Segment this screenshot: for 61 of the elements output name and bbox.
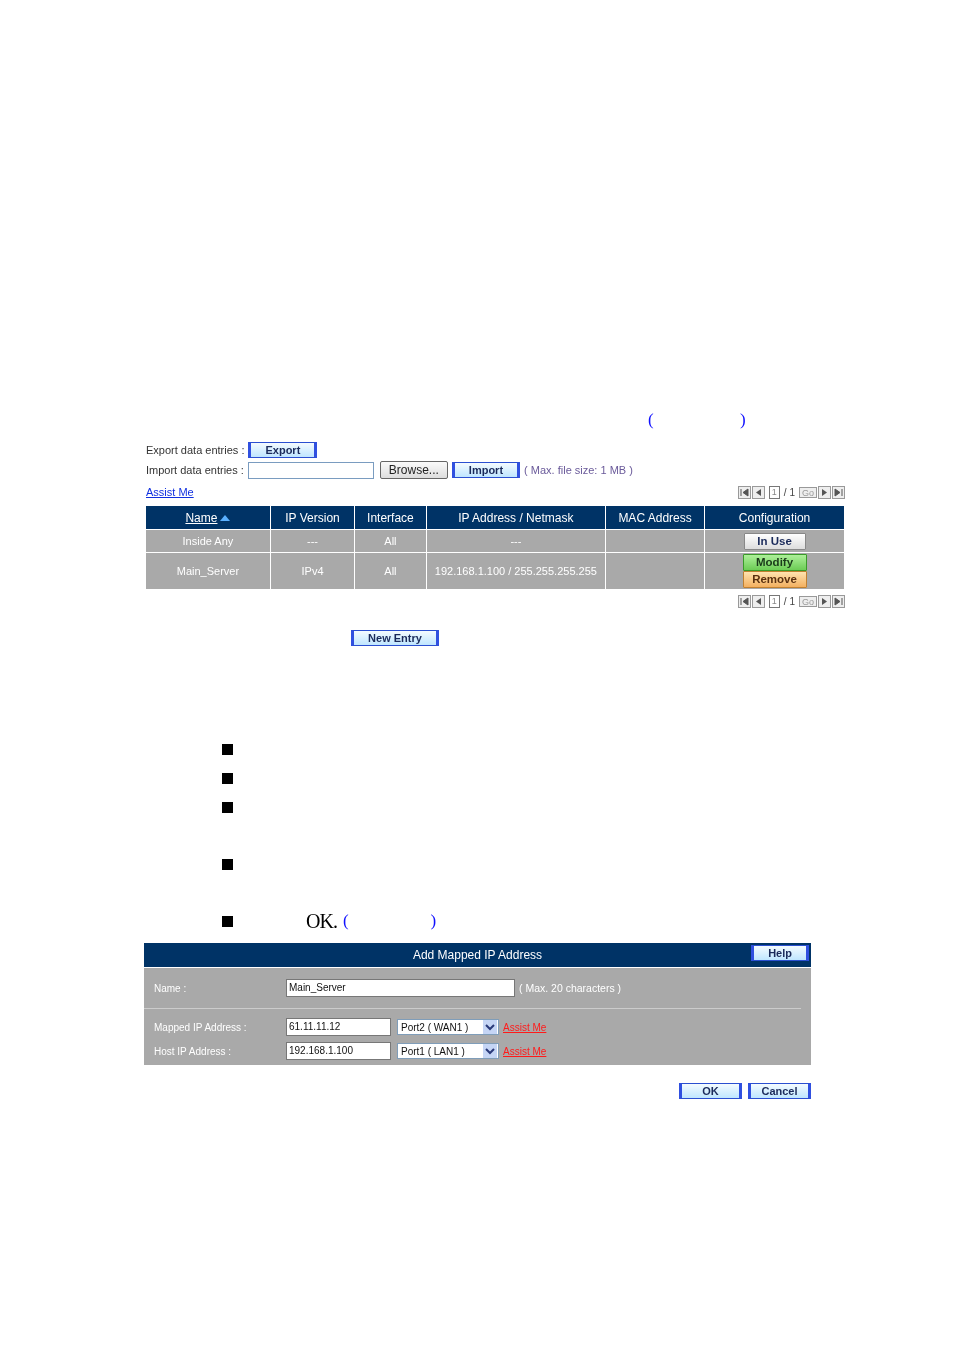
open-parenthesis: (: [342, 911, 349, 931]
name-input[interactable]: Main_Server: [286, 979, 515, 997]
file-size-hint: ( Max. file size: 1 MB ): [524, 464, 633, 476]
dialog-title: Add Mapped IP Address: [412, 948, 543, 962]
table-cell: Inside Any: [146, 529, 271, 553]
last-page-icon[interactable]: [832, 485, 845, 499]
table-cell: 192.168.1.100 / 255.255.255.255: [426, 552, 606, 589]
import-button[interactable]: Import: [451, 462, 521, 478]
port-dropdown[interactable]: Port1 ( LAN1 ): [397, 1043, 499, 1059]
cancel-button[interactable]: Cancel: [748, 1083, 811, 1099]
page-total: / 1: [783, 596, 795, 607]
new-entry-button[interactable]: New Entry: [351, 630, 439, 646]
first-page-icon[interactable]: [737, 595, 751, 608]
ip-address-input[interactable]: 192.168.1.100: [286, 1042, 391, 1060]
close-parenthesis: ): [740, 410, 746, 430]
table-cell: IPv4: [270, 552, 355, 589]
page-number-field[interactable]: 1: [768, 595, 780, 608]
export-button[interactable]: Export: [248, 442, 318, 458]
import-label: Import data entries :: [146, 464, 244, 476]
help-button[interactable]: Help: [751, 945, 809, 961]
export-label: Export data entries :: [146, 444, 245, 456]
column-header[interactable]: Name: [146, 506, 271, 530]
open-parenthesis: (: [648, 410, 654, 430]
bullet-square-icon: [222, 772, 233, 784]
table-cell: All: [354, 552, 427, 589]
next-page-icon[interactable]: [818, 485, 831, 499]
column-header[interactable]: Configuration: [704, 506, 845, 530]
modify-button[interactable]: Modify: [742, 554, 807, 571]
field-label: Name :: [154, 982, 188, 994]
first-page-icon[interactable]: [737, 485, 751, 499]
field-label: Host IP Address :: [154, 1045, 233, 1057]
close-parenthesis: ): [430, 911, 437, 931]
browse-button[interactable]: Browse...: [379, 461, 448, 479]
ip-address-input[interactable]: 61.11.11.12: [286, 1018, 391, 1036]
page-total: / 1: [783, 486, 795, 498]
next-page-icon[interactable]: [818, 595, 831, 608]
bullet-square-icon: [222, 801, 233, 813]
table-cell: All: [354, 529, 427, 553]
remove-button[interactable]: Remove: [742, 571, 807, 588]
column-header[interactable]: IP Version: [270, 506, 355, 530]
bullet-square-icon: [222, 858, 233, 870]
instruction-text: OK.: [306, 909, 337, 933]
bullet-square-icon: [222, 915, 233, 927]
column-header[interactable]: IP Address / Netmask: [426, 506, 606, 530]
column-header[interactable]: MAC Address: [605, 506, 705, 530]
field-label: Mapped IP Address :: [154, 1021, 248, 1033]
last-page-icon[interactable]: [832, 595, 845, 608]
in-use-button[interactable]: In Use: [743, 532, 806, 550]
file-path-field[interactable]: [247, 461, 374, 479]
bullet-square-icon: [222, 743, 233, 755]
ok-button[interactable]: OK: [679, 1083, 742, 1099]
table-cell: Main_Server: [146, 552, 271, 589]
table-cell: ---: [426, 529, 606, 553]
max-characters-hint: ( Max. 20 characters ): [519, 982, 622, 994]
page-number-field[interactable]: 1: [768, 485, 780, 499]
port-dropdown[interactable]: Port2 ( WAN1 ): [397, 1019, 499, 1035]
previous-page-icon[interactable]: [751, 595, 765, 608]
column-header[interactable]: Interface: [354, 506, 427, 530]
previous-page-icon[interactable]: [751, 485, 765, 499]
assist-me-link[interactable]: Assist Me: [146, 486, 194, 498]
table-cell: ---: [270, 529, 355, 553]
